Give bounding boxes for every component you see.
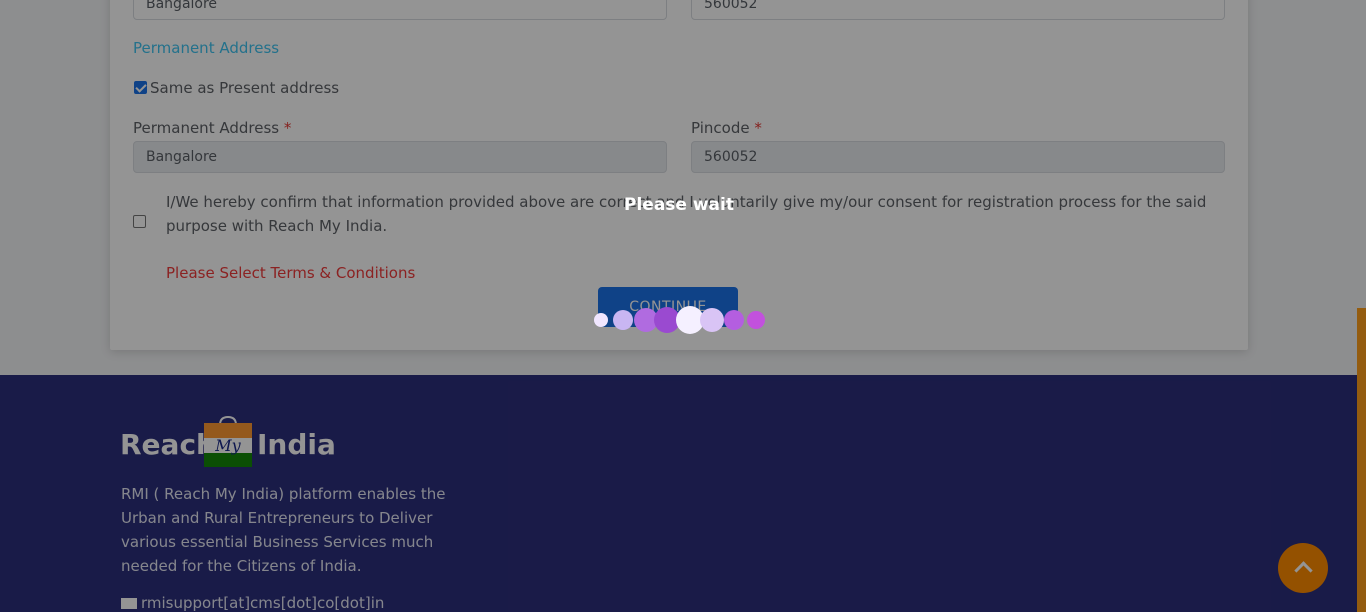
loading-dot [747, 311, 765, 329]
registration-page: Bangalore 560052 Permanent Address Same … [0, 0, 1366, 612]
loading-dot [724, 310, 744, 330]
loading-dot [594, 313, 608, 327]
loading-message: Please wait [624, 195, 734, 215]
loading-spinner [590, 305, 770, 335]
loading-dot [700, 308, 724, 332]
loading-dot [613, 310, 633, 330]
